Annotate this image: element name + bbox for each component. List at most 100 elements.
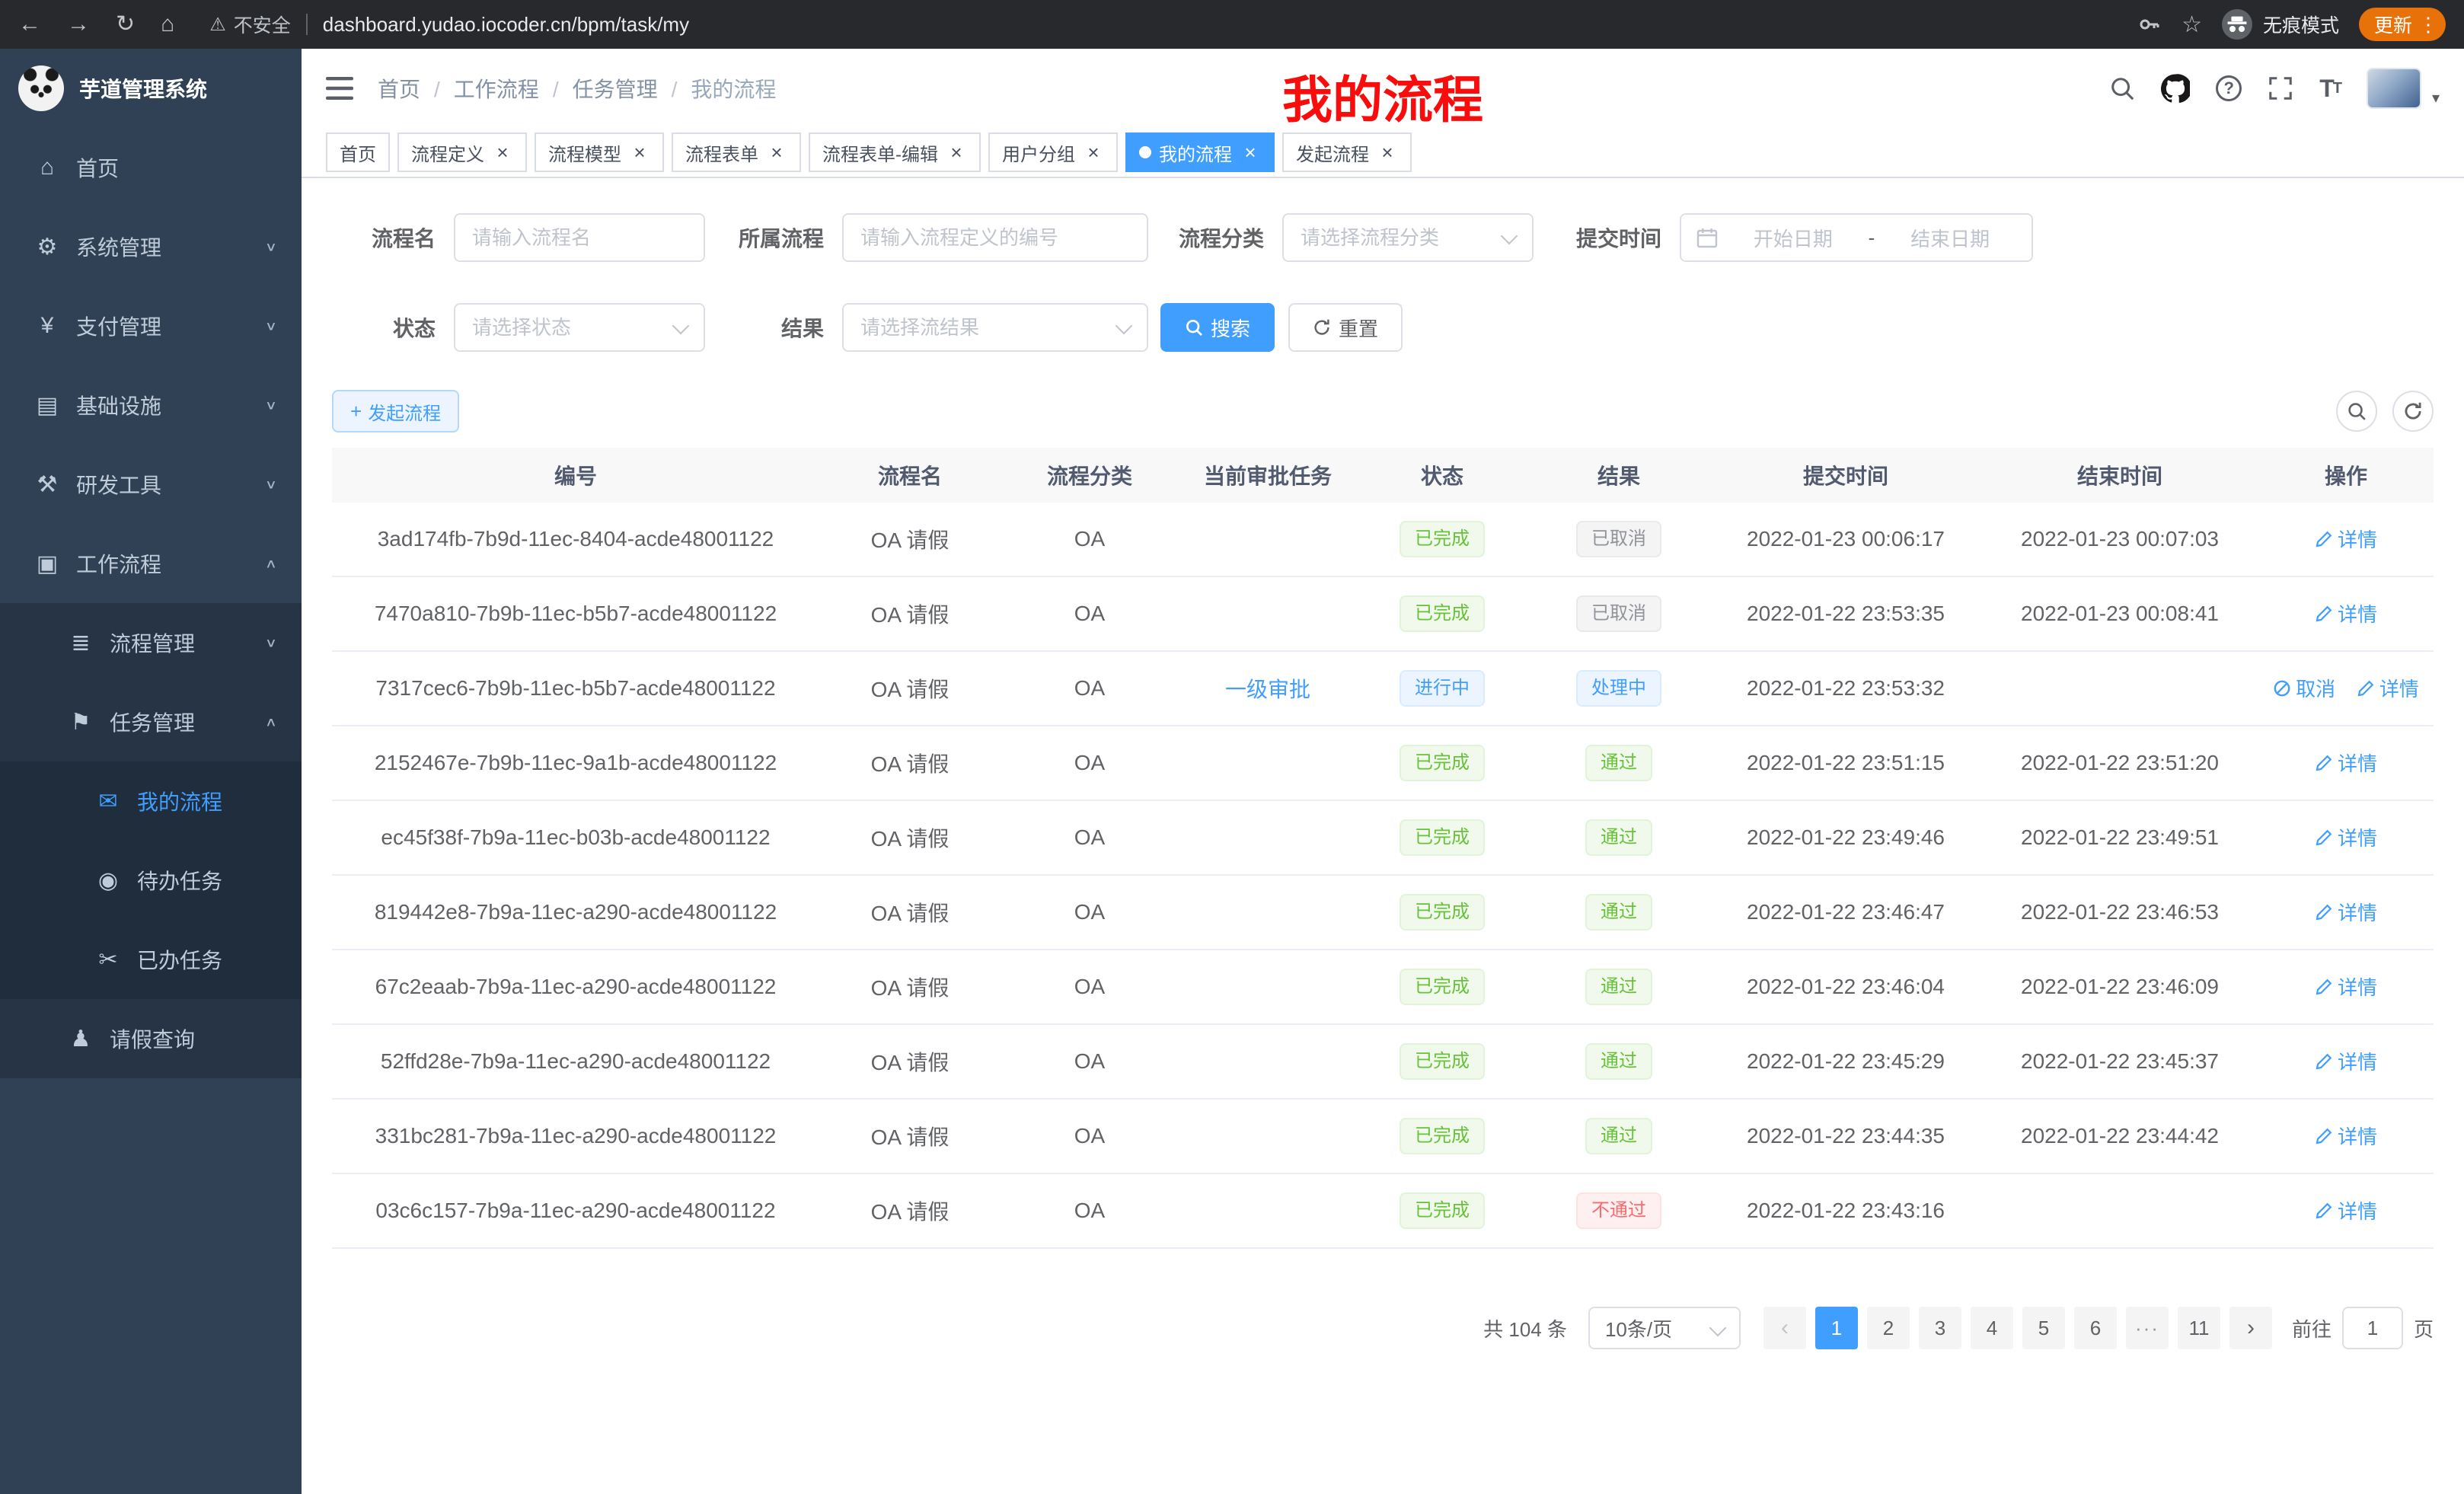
tab-用户分组[interactable]: 用户分组 × <box>988 132 1118 172</box>
hamburger-icon[interactable] <box>326 77 353 100</box>
result-select[interactable] <box>842 303 1148 352</box>
cancel-action[interactable]: 取消 <box>2273 674 2335 702</box>
sidebar-item-payment[interactable]: ¥ 支付管理 ∨ <box>0 286 302 366</box>
page-button-4[interactable]: 4 <box>1971 1307 2013 1349</box>
cell-current-task-link[interactable]: 一级审批 <box>1179 673 1357 704</box>
detail-action[interactable]: 详情 <box>2315 898 2377 926</box>
status-select[interactable] <box>454 303 705 352</box>
font-size-icon[interactable]: TT <box>2319 75 2341 103</box>
table-toolbar: + 发起流程 <box>332 390 2434 433</box>
sidebar-item-process-mgmt[interactable]: ≣ 流程管理 ∨ <box>0 603 302 682</box>
end-date-placeholder[interactable]: 结束日期 <box>1884 224 2016 252</box>
filter-status-label: 状态 <box>332 312 454 343</box>
status-select-input[interactable] <box>454 303 705 352</box>
search-button[interactable]: 搜索 <box>1160 303 1275 352</box>
page-button-2[interactable]: 2 <box>1867 1307 1910 1349</box>
browser-home-icon[interactable]: ⌂ <box>161 13 174 36</box>
sidebar-item-task-mgmt[interactable]: ⚑ 任务管理 ∧ <box>0 682 302 761</box>
detail-action[interactable]: 详情 <box>2315 599 2377 627</box>
address-bar[interactable]: ⚠ 不安全 dashboard.yudao.iocoder.cn/bpm/tas… <box>209 11 2137 38</box>
detail-action[interactable]: 详情 <box>2315 749 2377 777</box>
github-icon[interactable] <box>2161 74 2190 103</box>
sidebar-item-infrastructure[interactable]: ▤ 基础设施 ∨ <box>0 366 302 445</box>
tab-流程定义[interactable]: 流程定义 × <box>397 132 527 172</box>
tab-close-icon[interactable]: × <box>629 142 650 162</box>
detail-action[interactable]: 详情 <box>2315 1196 2377 1224</box>
cell-id: 03c6c157-7b9a-11ec-a290-acde48001122 <box>332 1199 819 1223</box>
breadcrumb-task-mgmt[interactable]: 任务管理 <box>573 73 691 104</box>
create-process-button[interactable]: + 发起流程 <box>332 390 459 433</box>
tab-close-icon[interactable]: × <box>492 142 513 162</box>
sidebar-item-my-process[interactable]: ✉ 我的流程 <box>0 761 302 841</box>
sidebar-item-workflow[interactable]: ▣ 工作流程 ∧ <box>0 524 302 603</box>
category-select-input[interactable] <box>1282 213 1534 262</box>
tab-close-icon[interactable]: × <box>1240 142 1261 162</box>
tab-流程表单-编辑[interactable]: 流程表单-编辑 × <box>809 132 981 172</box>
security-label[interactable]: 不安全 <box>234 11 291 38</box>
logo[interactable]: 芋道管理系统 <box>0 49 302 128</box>
tab-close-icon[interactable]: × <box>1377 142 1398 162</box>
breadcrumb-home[interactable]: 首页 <box>378 73 454 104</box>
cell-end-time: 2022-01-23 00:08:41 <box>1981 602 2258 626</box>
tab-我的流程[interactable]: 我的流程 × <box>1125 132 1275 172</box>
start-date-placeholder[interactable]: 开始日期 <box>1727 224 1859 252</box>
sidebar-item-todo-tasks[interactable]: ◉ 待办任务 <box>0 841 302 920</box>
next-page-button[interactable]: › <box>2229 1307 2272 1349</box>
category-select[interactable] <box>1282 213 1534 262</box>
detail-action[interactable]: 详情 <box>2315 1047 2377 1075</box>
tab-流程表单[interactable]: 流程表单 × <box>672 132 801 172</box>
detail-action[interactable]: 详情 <box>2357 674 2419 702</box>
result-tag: 通过 <box>1585 819 1652 856</box>
page-button-3[interactable]: 3 <box>1919 1307 1961 1349</box>
table-row: 7470a810-7b9b-11ec-b5b7-acde48001122 OA … <box>332 577 2434 652</box>
detail-action[interactable]: 详情 <box>2315 525 2377 553</box>
detail-action[interactable]: 详情 <box>2315 823 2377 851</box>
page-button-11[interactable]: 11 <box>2178 1307 2220 1349</box>
process-name-input[interactable] <box>454 213 705 262</box>
tab-首页[interactable]: 首页 <box>326 132 390 172</box>
url-text[interactable]: dashboard.yudao.iocoder.cn/bpm/task/my <box>323 13 689 37</box>
sidebar-item-system[interactable]: ⚙ 系统管理 ∨ <box>0 207 302 286</box>
tab-流程模型[interactable]: 流程模型 × <box>535 132 664 172</box>
update-button[interactable]: 更新 ⋮ <box>2359 8 2446 41</box>
refresh-icon-button[interactable] <box>2392 391 2434 432</box>
sidebar-item-leave-query[interactable]: ♟ 请假查询 <box>0 999 302 1078</box>
detail-label: 详情 <box>2338 823 2377 851</box>
tab-发起流程[interactable]: 发起流程 × <box>1282 132 1412 172</box>
menu-kebab-icon[interactable]: ⋮ <box>2418 13 2438 37</box>
page-ellipsis[interactable]: ··· <box>2126 1307 2169 1349</box>
fullscreen-icon[interactable] <box>2268 75 2293 101</box>
cell-result: 不通过 <box>1527 1192 1710 1229</box>
result-select-input[interactable] <box>842 303 1148 352</box>
detail-action[interactable]: 详情 <box>2315 972 2377 1001</box>
user-avatar[interactable] <box>2367 68 2421 109</box>
sidebar-item-label: 流程管理 <box>110 627 265 658</box>
page-button-1[interactable]: 1 <box>1815 1307 1858 1349</box>
forward-icon[interactable]: → <box>67 13 90 36</box>
detail-action[interactable]: 详情 <box>2315 1122 2377 1150</box>
key-icon[interactable] <box>2137 12 2162 37</box>
bookmark-star-icon[interactable]: ☆ <box>2182 11 2202 38</box>
page-button-5[interactable]: 5 <box>2022 1307 2065 1349</box>
process-definition-input[interactable] <box>842 213 1148 262</box>
tab-close-icon[interactable]: × <box>946 142 967 162</box>
search-icon[interactable] <box>2109 75 2135 101</box>
tab-close-icon[interactable]: × <box>1083 142 1104 162</box>
tab-close-icon[interactable]: × <box>766 142 787 162</box>
sidebar-item-devtools[interactable]: ⚒ 研发工具 ∨ <box>0 445 302 524</box>
toggle-search-icon-button[interactable] <box>2336 391 2377 432</box>
cell-result: 通过 <box>1527 819 1710 856</box>
goto-page-input[interactable] <box>2342 1307 2403 1349</box>
back-icon[interactable]: ← <box>18 13 41 36</box>
date-range-picker[interactable]: 开始日期 - 结束日期 <box>1680 213 2033 262</box>
reload-icon[interactable]: ↻ <box>116 13 135 36</box>
breadcrumb-workflow[interactable]: 工作流程 <box>454 73 573 104</box>
prev-page-button[interactable]: ‹ <box>1763 1307 1806 1349</box>
page-size-select[interactable]: 10条/页 <box>1588 1307 1741 1349</box>
reset-button[interactable]: 重置 <box>1288 303 1403 352</box>
sidebar-item-home[interactable]: ⌂ 首页 <box>0 128 302 207</box>
sidebar-item-done-tasks[interactable]: ✂ 已办任务 <box>0 920 302 999</box>
caret-down-icon[interactable]: ▾ <box>2432 88 2440 107</box>
page-button-6[interactable]: 6 <box>2074 1307 2117 1349</box>
help-icon[interactable] <box>2216 75 2242 101</box>
